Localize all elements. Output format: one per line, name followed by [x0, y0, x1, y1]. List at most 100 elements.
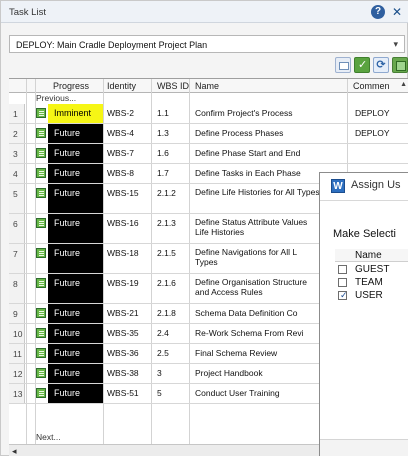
wbs-cell: 1.1: [157, 108, 169, 118]
progress-cell: Future: [48, 324, 103, 343]
progress-cell: Future: [48, 364, 103, 383]
row-number: 11: [9, 344, 25, 363]
panel-titlebar: Task List ? ✕: [1, 1, 408, 23]
column-identity[interactable]: Identity: [107, 81, 136, 91]
checkbox[interactable]: [338, 265, 347, 274]
name-cell: Define Organisation Structure and Access…: [195, 277, 307, 297]
progress-cell: Future: [48, 244, 103, 273]
progress-cell: Future: [48, 184, 103, 213]
progress-cell: Future: [48, 144, 103, 163]
chevron-down-icon[interactable]: ▾: [393, 39, 398, 50]
check-icon[interactable]: [354, 57, 370, 73]
task-status-icon: [36, 248, 46, 258]
next-link[interactable]: Next...: [36, 432, 61, 442]
name-cell: Define Life Histories for All Types: [195, 187, 320, 197]
row-number: 3: [9, 144, 25, 163]
wbs-cell: 2.1.8: [157, 308, 176, 318]
checkbox[interactable]: [338, 290, 348, 301]
table-row[interactable]: 1 Imminent WBS-2 1.1 Confirm Project's P…: [9, 104, 408, 124]
progress-cell: Imminent: [48, 104, 103, 123]
row-number: 6: [9, 214, 25, 243]
task-status-icon: [36, 328, 46, 338]
progress-cell: Future: [48, 124, 103, 143]
column-comment[interactable]: Commen: [353, 81, 390, 91]
identity-cell: WBS-19: [107, 278, 139, 288]
table-row[interactable]: 3 Future WBS-7 1.6 Define Phase Start an…: [9, 144, 408, 164]
help-icon[interactable]: ?: [371, 5, 385, 19]
name-cell: Confirm Project's Process: [195, 108, 293, 118]
wbs-cell: 1.3: [157, 128, 169, 138]
row-number: 10: [9, 324, 25, 343]
row-number: 5: [9, 184, 25, 213]
progress-cell: Future: [48, 384, 103, 403]
dialog-footer: [320, 439, 408, 456]
list-item-team[interactable]: TEAM: [335, 276, 408, 289]
name-cell: Define Tasks in Each Phase: [195, 168, 301, 178]
name-cell: Define Process Phases: [195, 128, 284, 138]
refresh-icon[interactable]: ⟳: [373, 57, 389, 73]
table-icon[interactable]: [335, 57, 351, 73]
name-cell: Define Navigations for All L Types: [195, 247, 297, 267]
scroll-left-icon[interactable]: ◂: [12, 446, 17, 456]
progress-cell: Future: [48, 214, 103, 243]
task-status-icon: [36, 388, 46, 398]
list-item-guest[interactable]: GUEST: [335, 263, 408, 276]
wbs-cell: 2.1.3: [157, 218, 176, 228]
row-number: 2: [9, 124, 25, 143]
name-cell: Project Handbook: [195, 368, 263, 378]
export-icon[interactable]: [392, 57, 408, 73]
list-item-label: GUEST: [355, 264, 390, 275]
identity-cell: WBS-38: [107, 368, 139, 378]
dialog-titlebar: W Assign Us: [320, 173, 408, 201]
plan-dropdown[interactable]: DEPLOY: Main Cradle Deployment Project P…: [9, 35, 405, 53]
comment-cell: DEPLOY: [355, 128, 390, 138]
make-selection-label: Make Selecti: [333, 228, 396, 240]
column-wbs-id[interactable]: WBS ID: [157, 81, 189, 91]
task-status-icon: [36, 308, 46, 318]
wbs-cell: 2.5: [157, 348, 169, 358]
task-status-icon: [36, 188, 46, 198]
plan-dropdown-value: DEPLOY: Main Cradle Deployment Project P…: [16, 40, 208, 50]
column-progress[interactable]: Progress: [53, 81, 89, 91]
name-cell: Define Status Attribute Values Life Hist…: [195, 217, 308, 237]
wbs-cell: 1.7: [157, 168, 169, 178]
list-item-user[interactable]: USER: [335, 289, 408, 302]
checkbox[interactable]: [338, 278, 347, 287]
identity-cell: WBS-16: [107, 218, 139, 228]
progress-cell: Future: [48, 304, 103, 323]
user-selection-list[interactable]: Name GUEST TEAM USER: [335, 249, 408, 302]
wbs-cell: 1.6: [157, 148, 169, 158]
task-status-icon: [36, 148, 46, 158]
identity-cell: WBS-21: [107, 308, 139, 318]
window-icon: W: [331, 179, 345, 193]
panel-title: Task List: [9, 7, 46, 18]
identity-cell: WBS-2: [107, 108, 134, 118]
task-status-icon: [36, 168, 46, 178]
wbs-cell: 2.4: [157, 328, 169, 338]
column-name[interactable]: Name: [195, 81, 219, 91]
progress-cell: Future: [48, 274, 103, 303]
identity-cell: WBS-4: [107, 128, 134, 138]
task-status-icon: [36, 368, 46, 378]
list-header: Name: [335, 249, 408, 262]
task-status-icon: [36, 278, 46, 288]
row-number: 12: [9, 364, 25, 383]
task-status-icon: [36, 128, 46, 138]
wbs-cell: 2.1.5: [157, 248, 176, 258]
row-number: 7: [9, 244, 25, 273]
row-number: 1: [9, 104, 25, 123]
task-status-icon: [36, 348, 46, 358]
scroll-up-icon[interactable]: ▲: [400, 81, 407, 88]
name-cell: Schema Data Definition Co: [195, 308, 298, 318]
close-icon[interactable]: ✕: [390, 5, 404, 19]
identity-cell: WBS-8: [107, 168, 134, 178]
previous-link[interactable]: Previous...: [36, 93, 76, 104]
identity-cell: WBS-36: [107, 348, 139, 358]
identity-cell: WBS-7: [107, 148, 134, 158]
identity-cell: WBS-15: [107, 188, 139, 198]
identity-cell: WBS-18: [107, 248, 139, 258]
grid-header: Progress Identity WBS ID Name Commen ▲: [9, 79, 408, 93]
progress-cell: Future: [48, 344, 103, 363]
table-row[interactable]: 2 Future WBS-4 1.3 Define Process Phases…: [9, 124, 408, 144]
task-list-panel: Task List ? ✕ DEPLOY: Main Cradle Deploy…: [0, 0, 408, 456]
